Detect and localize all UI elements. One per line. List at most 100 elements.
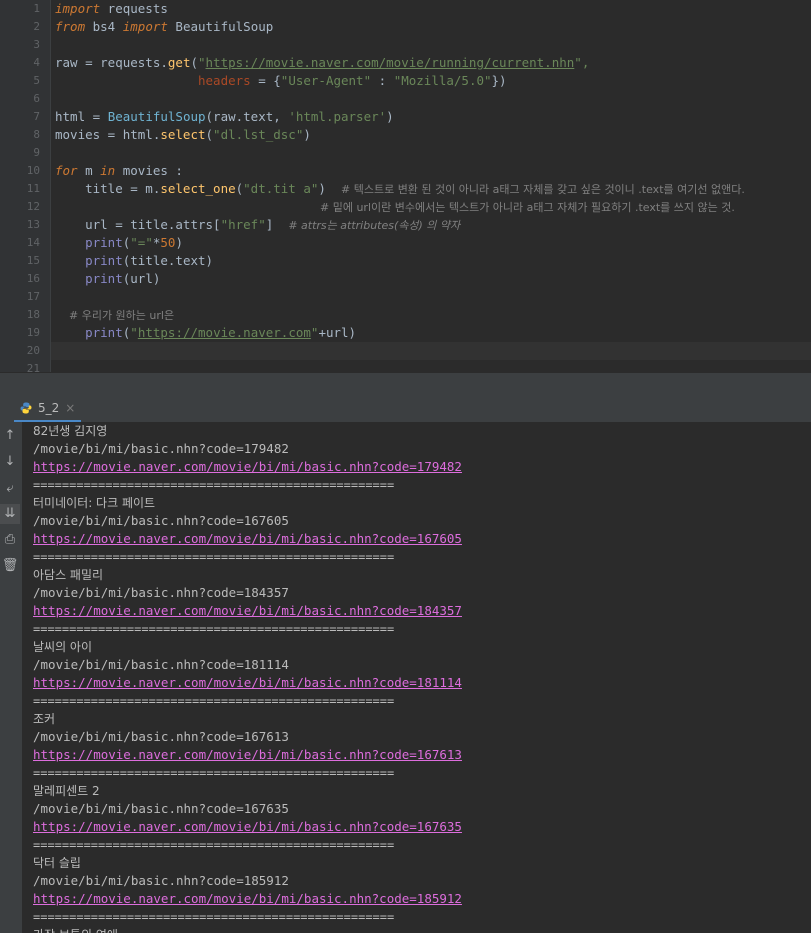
code-line-19[interactable]: print("https://movie.naver.com"+url) — [55, 324, 356, 342]
close-icon[interactable]: × — [65, 401, 75, 415]
code-line-10[interactable]: for m in movies : — [55, 162, 183, 180]
keyword: import — [122, 19, 168, 34]
line-number: 10 — [26, 164, 40, 177]
line-number: 11 — [26, 182, 40, 195]
comment: # attrs는 attributes(속성) 의 약자 — [288, 219, 461, 232]
current-line-highlight — [51, 342, 811, 360]
console-line-link[interactable]: https://movie.naver.com/movie/bi/mi/basi… — [33, 746, 462, 764]
string-literal: "href" — [220, 217, 266, 232]
keyword: import — [55, 1, 101, 16]
run-tab[interactable]: 5_2 × — [14, 396, 82, 422]
line-number: 19 — [26, 326, 40, 339]
code-line-13[interactable]: url = title.attrs["href"] # attrs는 attri… — [55, 216, 460, 234]
code-text: +url) — [318, 325, 357, 340]
function-name: select_one — [160, 181, 236, 196]
line-number: 14 — [26, 236, 40, 249]
console-line-path: /movie/bi/mi/basic.nhn?code=185912 — [33, 873, 289, 888]
line-number: 2 — [33, 20, 40, 33]
console-line-sep: ========================================… — [33, 838, 395, 852]
code-line-16[interactable]: print(url) — [55, 270, 160, 288]
code-text: title = m. — [55, 181, 161, 196]
console-output[interactable]: 82년생 김지영/movie/bi/mi/basic.nhn?code=1794… — [22, 422, 811, 933]
console-line-title: 82년생 김지영 — [33, 424, 108, 438]
string-literal: "=" — [130, 235, 153, 250]
string-literal: 'html.parser' — [288, 109, 387, 124]
code-text: html = — [55, 109, 108, 124]
code-text: (raw.text, — [205, 109, 289, 124]
line-number: 15 — [26, 254, 40, 267]
string-literal: ", — [574, 55, 590, 70]
code-text: (url) — [122, 271, 161, 286]
builtin-name: print — [85, 235, 123, 250]
console-line-title: 아담스 패밀리 — [33, 568, 104, 582]
string-literal: "dt.tit a" — [243, 181, 319, 196]
string-literal: " — [130, 325, 138, 340]
line-number-gutter: 1 2 3 4 5 6 7 8 9 10 11 12 13 14 15 16 17 18 19 20 21 — [0, 0, 51, 372]
code-text: m — [77, 163, 101, 178]
line-number: 13 — [26, 218, 40, 231]
console-line-sep: ========================================… — [33, 910, 395, 924]
console-line-title: 터미네이터: 다크 페이트 — [33, 496, 156, 510]
code-line-2[interactable]: from bs4 import BeautifulSoup — [55, 18, 273, 36]
print-icon[interactable]: ⎙ — [0, 530, 20, 550]
console-line-link[interactable]: https://movie.naver.com/movie/bi/mi/basi… — [33, 458, 462, 476]
code-line-18[interactable]: # 우리가 원하는 url은 — [55, 306, 174, 324]
line-number: 4 — [33, 56, 40, 69]
code-text: BeautifulSoup — [167, 19, 274, 34]
code-text: ) — [318, 181, 341, 196]
code-line-8[interactable]: movies = html.select("dl.lst_dsc") — [55, 126, 311, 144]
code-line-14[interactable]: print("="*50) — [55, 234, 183, 252]
code-line-4[interactable]: raw = requests.get("https://movie.naver.… — [55, 54, 589, 72]
console-line-path: /movie/bi/mi/basic.nhn?code=179482 — [33, 441, 289, 456]
console-line-link[interactable]: https://movie.naver.com/movie/bi/mi/basi… — [33, 818, 462, 836]
line-number: 8 — [33, 128, 40, 141]
function-name: select — [160, 127, 206, 142]
code-editor[interactable]: 1 2 3 4 5 6 7 8 9 10 11 12 13 14 15 16 17 18 19 20 21 import… — [0, 0, 811, 372]
console-line-sep: ========================================… — [33, 694, 395, 708]
trash-icon[interactable]: 🗑 — [0, 556, 20, 576]
keyword: from — [55, 19, 86, 34]
builtin-name: print — [85, 253, 123, 268]
console-line-link[interactable]: https://movie.naver.com/movie/bi/mi/basi… — [33, 530, 462, 548]
scroll-to-end-icon[interactable]: ⇊ — [0, 504, 20, 524]
string-literal: "User-Agent" — [280, 73, 372, 88]
code-text: ) — [386, 109, 394, 124]
code-line-12[interactable]: # 밑에 url이란 변수에서는 텍스트가 아니라 a태그 자체가 필요하기 .… — [320, 198, 735, 216]
code-line-1[interactable]: import requests — [55, 0, 168, 18]
arrow-down-icon[interactable]: ↓ — [0, 452, 20, 472]
code-line-7[interactable]: html = BeautifulSoup(raw.text, 'html.par… — [55, 108, 394, 126]
code-text: : — [371, 73, 394, 88]
code-text: raw = requests. — [55, 55, 168, 70]
python-icon — [20, 402, 32, 414]
code-text: = { — [250, 73, 281, 88]
console-line-path: /movie/bi/mi/basic.nhn?code=167613 — [33, 729, 289, 744]
line-number: 21 — [26, 362, 40, 372]
arrow-up-icon[interactable]: ↑ — [0, 426, 20, 446]
parameter-name: headers — [198, 73, 251, 88]
line-number: 7 — [33, 110, 40, 123]
code-text: ( — [190, 55, 198, 70]
soft-wrap-icon[interactable]: ⤶ — [0, 479, 20, 499]
string-literal: " — [198, 55, 206, 70]
code-text: ) — [175, 235, 183, 250]
line-number: 20 — [26, 344, 40, 357]
console-line-sep: ========================================… — [33, 622, 395, 636]
console-line-path: /movie/bi/mi/basic.nhn?code=167635 — [33, 801, 289, 816]
code-line-11[interactable]: title = m.select_one("dt.tit a") # 텍스트로 … — [55, 180, 745, 198]
function-name: get — [167, 55, 191, 70]
code-line-5[interactable]: headers = {"User-Agent" : "Mozilla/5.0"}… — [55, 72, 507, 90]
console-toolbar: ↑ ↓ ⤶ ⇊ ⎙ 🗑 — [0, 422, 22, 933]
panel-splitter[interactable] — [0, 372, 811, 397]
console-line-title: 조커 — [33, 712, 56, 726]
code-line-15[interactable]: print(title.text) — [55, 252, 213, 270]
code-text: movies : — [115, 163, 183, 178]
url-string-link[interactable]: https://movie.naver.com — [138, 325, 311, 340]
console-line-link[interactable]: https://movie.naver.com/movie/bi/mi/basi… — [33, 890, 462, 908]
console-line-link[interactable]: https://movie.naver.com/movie/bi/mi/basi… — [33, 602, 462, 620]
line-number: 16 — [26, 272, 40, 285]
console-line-link[interactable]: https://movie.naver.com/movie/bi/mi/basi… — [33, 674, 462, 692]
string-literal: "dl.lst_dsc" — [213, 127, 304, 142]
url-string-link[interactable]: https://movie.naver.com/movie/running/cu… — [206, 55, 575, 70]
